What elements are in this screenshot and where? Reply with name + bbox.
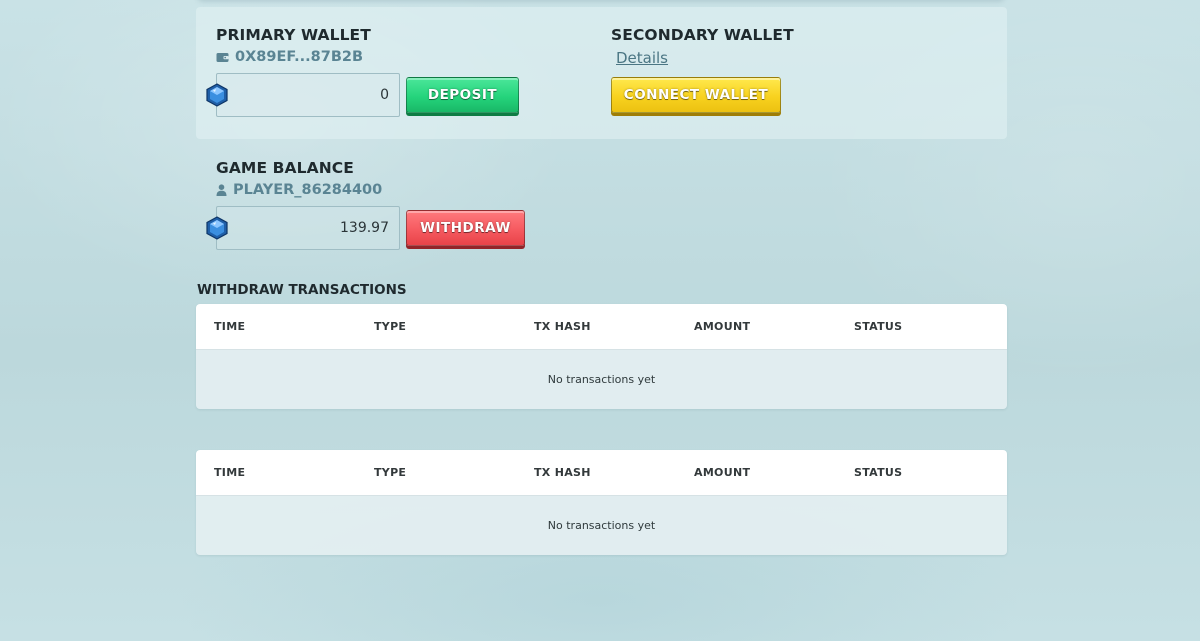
deposit-button[interactable]: DEPOSIT xyxy=(406,77,519,113)
game-balance-player: PLAYER_86284400 xyxy=(216,182,382,198)
column-type: TYPE xyxy=(374,320,407,333)
deposit-transactions-table: TIME TYPE TX HASH AMOUNT STATUS No trans… xyxy=(196,450,1007,555)
column-status: STATUS xyxy=(854,466,903,479)
column-tx-hash: TX HASH xyxy=(534,466,591,479)
column-status: STATUS xyxy=(854,320,903,333)
gem-icon xyxy=(206,83,228,107)
game-balance-player-name: PLAYER_86284400 xyxy=(233,182,383,198)
user-icon xyxy=(216,184,227,196)
connect-wallet-button[interactable]: CONNECT WALLET xyxy=(611,77,781,113)
wallet-icon xyxy=(216,52,229,62)
secondary-wallet-title: SECONDARY WALLET xyxy=(611,26,794,44)
column-tx-hash: TX HASH xyxy=(534,320,591,333)
details-link[interactable]: Details xyxy=(616,49,668,67)
withdraw-transactions-title: WITHDRAW TRANSACTIONS xyxy=(197,282,407,298)
primary-wallet-amount-input[interactable] xyxy=(217,74,399,116)
top-shadow xyxy=(196,0,1006,2)
column-time: TIME xyxy=(214,466,246,479)
column-type: TYPE xyxy=(374,466,407,479)
game-balance-amount-input[interactable] xyxy=(217,207,399,249)
withdraw-button[interactable]: WITHDRAW xyxy=(406,210,525,246)
withdraw-transactions-table: TIME TYPE TX HASH AMOUNT STATUS No trans… xyxy=(196,304,1007,409)
table-header: TIME TYPE TX HASH AMOUNT STATUS xyxy=(196,450,1007,496)
empty-state-message: No transactions yet xyxy=(196,496,1007,555)
column-amount: AMOUNT xyxy=(694,320,751,333)
table-header: TIME TYPE TX HASH AMOUNT STATUS xyxy=(196,304,1007,350)
primary-wallet-address-text: 0X89EF...87B2B xyxy=(235,49,364,65)
column-amount: AMOUNT xyxy=(694,466,751,479)
primary-wallet-address[interactable]: 0X89EF...87B2B xyxy=(216,49,363,65)
column-time: TIME xyxy=(214,320,246,333)
game-balance-amount-box[interactable] xyxy=(216,206,400,250)
gem-icon xyxy=(206,216,228,240)
game-balance-title: GAME BALANCE xyxy=(216,159,354,177)
primary-wallet-amount-box[interactable] xyxy=(216,73,400,117)
primary-wallet-title: PRIMARY WALLET xyxy=(216,26,371,44)
empty-state-message: No transactions yet xyxy=(196,350,1007,409)
